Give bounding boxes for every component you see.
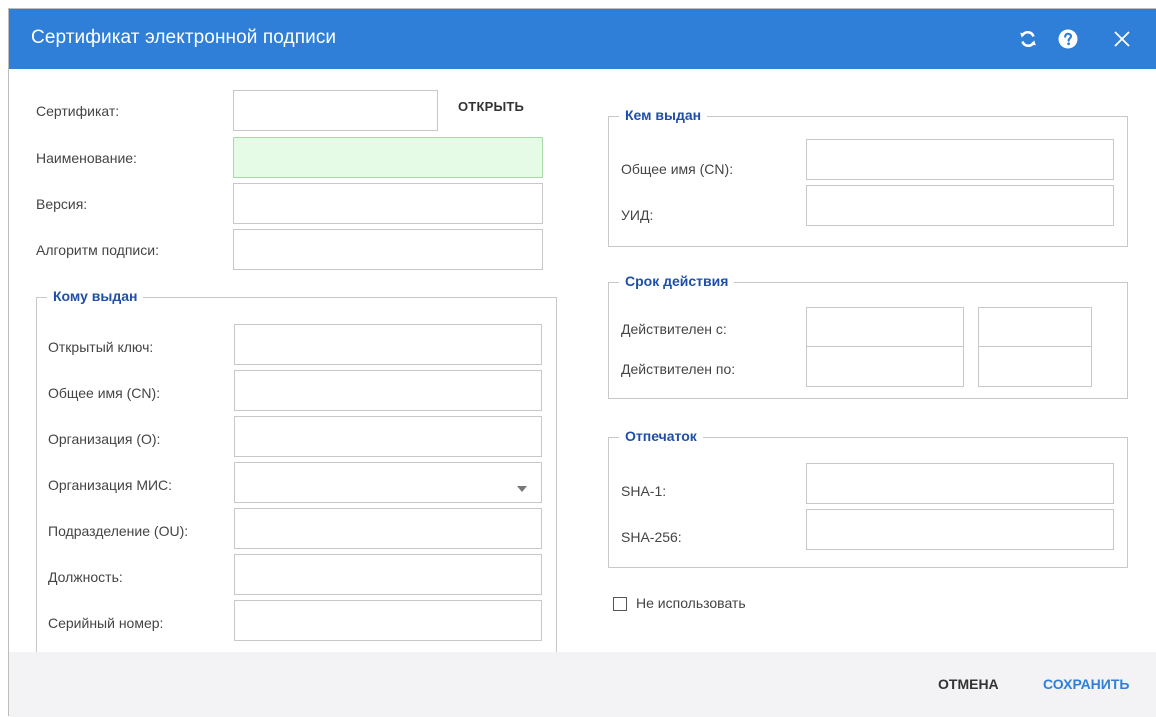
name-field[interactable] [233,137,543,178]
issued-by-common-name-label: Общее имя (CN): [621,161,734,177]
algorithm-field[interactable] [233,229,543,270]
dialog-title: Сертификат электронной подписи [31,27,337,48]
valid-to-date-field[interactable] [806,346,964,387]
department-label: Подразделение (OU): [48,523,189,539]
algorithm-label: Алгоритм подписи: [36,242,159,258]
open-button[interactable]: ОТКРЫТЬ [458,99,524,114]
public-key-label: Открытый ключ: [48,339,154,355]
refresh-icon[interactable] [1015,26,1041,52]
do-not-use-label[interactable]: Не использовать [636,595,746,611]
mis-organization-select[interactable] [234,462,542,503]
valid-from-label: Действителен с: [621,321,727,337]
issued-to-common-name-label: Общее имя (CN): [48,385,161,401]
certificate-label: Сертификат: [36,103,120,119]
position-label: Должность: [48,569,123,585]
chevron-down-icon[interactable] [517,479,527,497]
dialog-titlebar: Сертификат электронной подписи [9,9,1156,69]
issued-by-legend: Кем выдан [619,107,708,123]
fingerprint-legend: Отпечаток [619,428,703,444]
close-icon[interactable] [1109,26,1135,52]
organization-label: Организация (O): [48,431,161,447]
uid-field[interactable] [806,185,1114,226]
validity-legend: Срок действия [619,273,735,289]
valid-to-label: Действителен по: [621,361,736,377]
name-label: Наименование: [36,150,137,166]
cancel-button[interactable]: ОТМЕНА [938,676,999,692]
sha256-field[interactable] [806,509,1114,550]
sha1-field[interactable] [806,463,1114,504]
do-not-use-checkbox[interactable] [613,597,627,611]
issued-by-group: Кем выдан [608,107,1128,247]
valid-from-time-field[interactable] [978,307,1092,348]
valid-from-date-field[interactable] [806,307,964,348]
public-key-field[interactable] [234,324,542,365]
mis-organization-label: Организация МИС: [48,477,173,493]
issued-by-common-name-field[interactable] [806,139,1114,180]
certificate-field[interactable] [233,90,438,131]
dialog-footer: ОТМЕНА СОХРАНИТЬ [9,652,1156,717]
valid-to-time-field[interactable] [978,346,1092,387]
department-field[interactable] [234,508,542,549]
version-label: Версия: [36,196,88,212]
serial-number-label: Серийный номер: [48,615,164,631]
organization-field[interactable] [234,416,542,457]
uid-label: УИД: [621,207,654,223]
save-button[interactable]: СОХРАНИТЬ [1043,676,1129,692]
issued-to-common-name-field[interactable] [234,370,542,411]
certificate-dialog: Сертификат электронной подписи Сертифика… [8,8,1156,717]
position-field[interactable] [234,554,542,595]
sha1-label: SHA-1: [621,483,667,499]
version-field[interactable] [233,183,543,224]
serial-number-field[interactable] [234,600,542,641]
help-icon[interactable] [1055,26,1081,52]
issued-to-legend: Кому выдан [47,288,144,304]
sha256-label: SHA-256: [621,529,682,545]
